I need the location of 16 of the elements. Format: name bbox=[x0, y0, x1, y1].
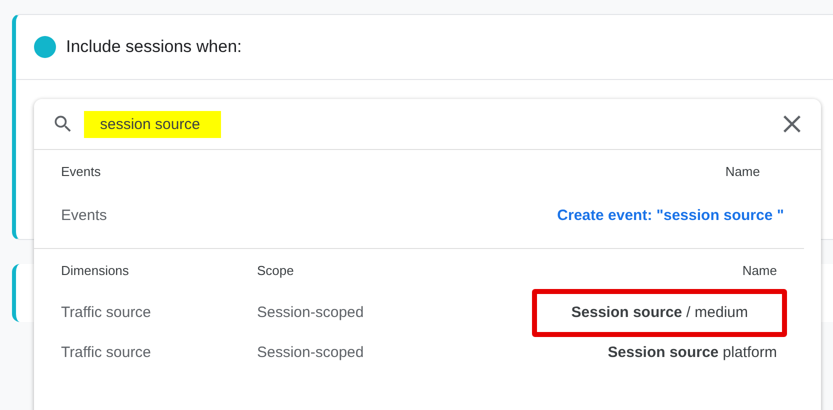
table-cell-text: Events bbox=[61, 206, 107, 226]
column-header: Name bbox=[742, 262, 777, 280]
column-header: Events bbox=[61, 163, 101, 182]
search-field[interactable]: session source bbox=[84, 110, 221, 138]
dimension-option[interactable]: Session source platform bbox=[608, 342, 777, 364]
table-cell-text: Traffic source bbox=[61, 302, 152, 323]
table-cell-text: Session-scoped bbox=[257, 302, 364, 323]
table-cell-text: Session-scoped bbox=[257, 342, 364, 363]
close-icon[interactable] bbox=[783, 115, 801, 133]
column-header: Dimensions bbox=[61, 262, 130, 280]
card-title: Include sessions when: bbox=[66, 36, 242, 58]
table-cell-text: Traffic source bbox=[61, 342, 152, 363]
column-header: Name bbox=[725, 163, 760, 182]
dimension-option[interactable]: Session source / medium bbox=[532, 288, 787, 338]
column-header: Scope bbox=[257, 262, 294, 280]
create-event-link[interactable]: Create event: "session source " bbox=[557, 204, 784, 228]
